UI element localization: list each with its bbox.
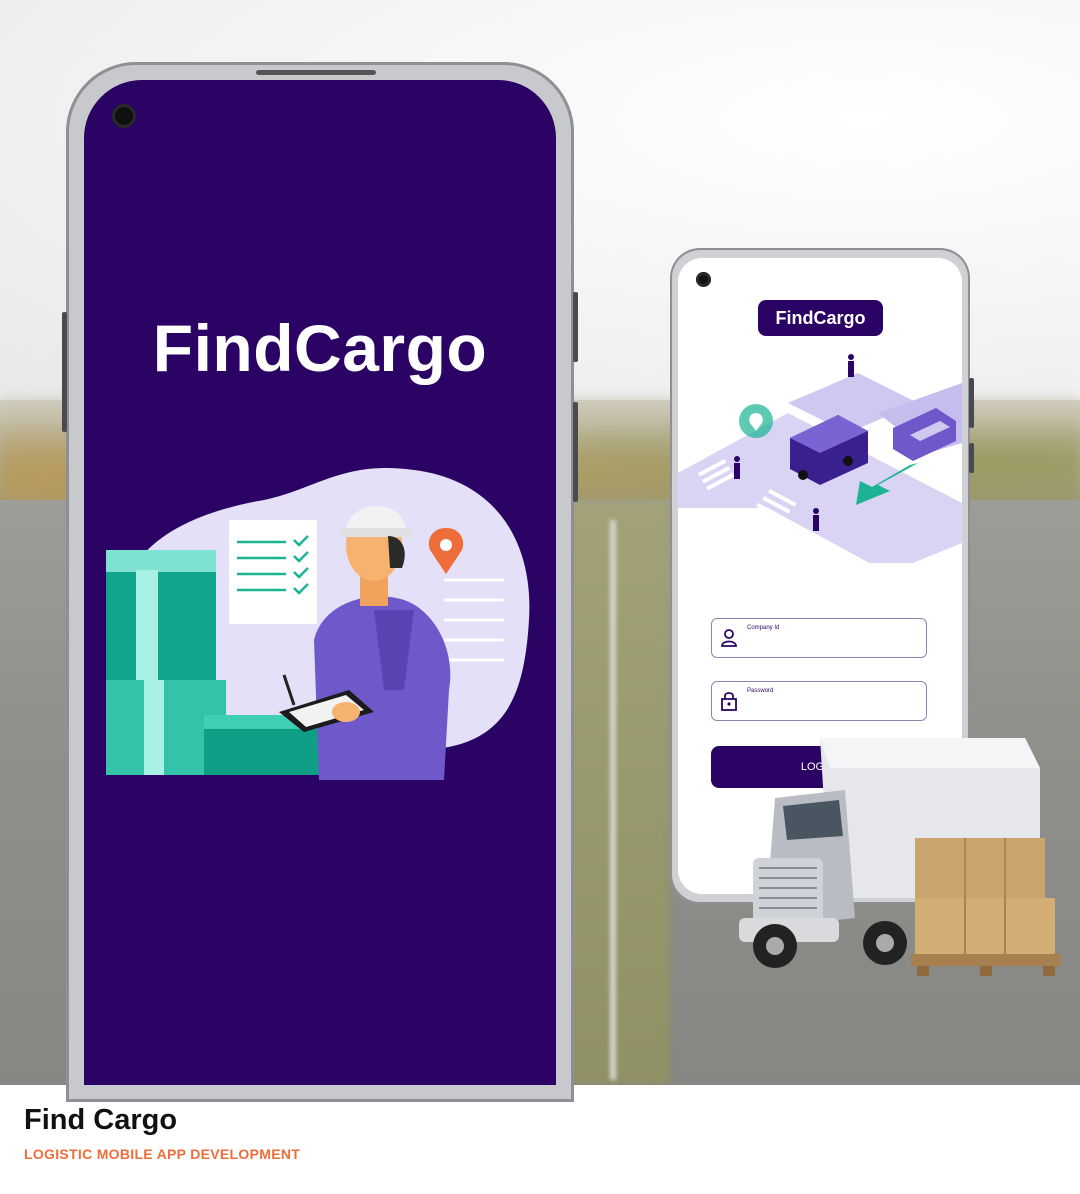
power-button [969, 378, 974, 428]
side-button [969, 443, 974, 473]
project-subtitle: LOGISTIC MOBILE APP DEVELOPMENT [24, 1146, 301, 1162]
password-field[interactable]: Password [711, 681, 927, 721]
splash-phone: FindCargo [62, 62, 578, 1102]
front-camera [696, 272, 711, 287]
side-button [573, 402, 578, 502]
splash-screen: FindCargo [84, 80, 556, 1085]
volume-button [62, 312, 67, 432]
company-id-label: Company Id [747, 625, 780, 631]
truck-with-cargo-image [739, 738, 1061, 976]
lane-marking [610, 520, 616, 1080]
cardboard-boxes [911, 838, 1061, 976]
warehouse-worker-illustration [106, 467, 530, 780]
password-label: Password [747, 688, 774, 694]
front-camera [112, 104, 136, 128]
lock-icon [721, 692, 737, 711]
power-button [573, 292, 578, 362]
company-id-field[interactable]: Company Id [711, 618, 927, 658]
project-title: Find Cargo [24, 1104, 178, 1136]
street-delivery-illustration [678, 354, 962, 563]
app-logo-badge: FindCargo [758, 300, 883, 336]
location-pin-icon [739, 404, 773, 438]
user-icon [721, 629, 737, 647]
app-logo-text: FindCargo [152, 311, 488, 385]
phone-speaker [256, 70, 376, 75]
